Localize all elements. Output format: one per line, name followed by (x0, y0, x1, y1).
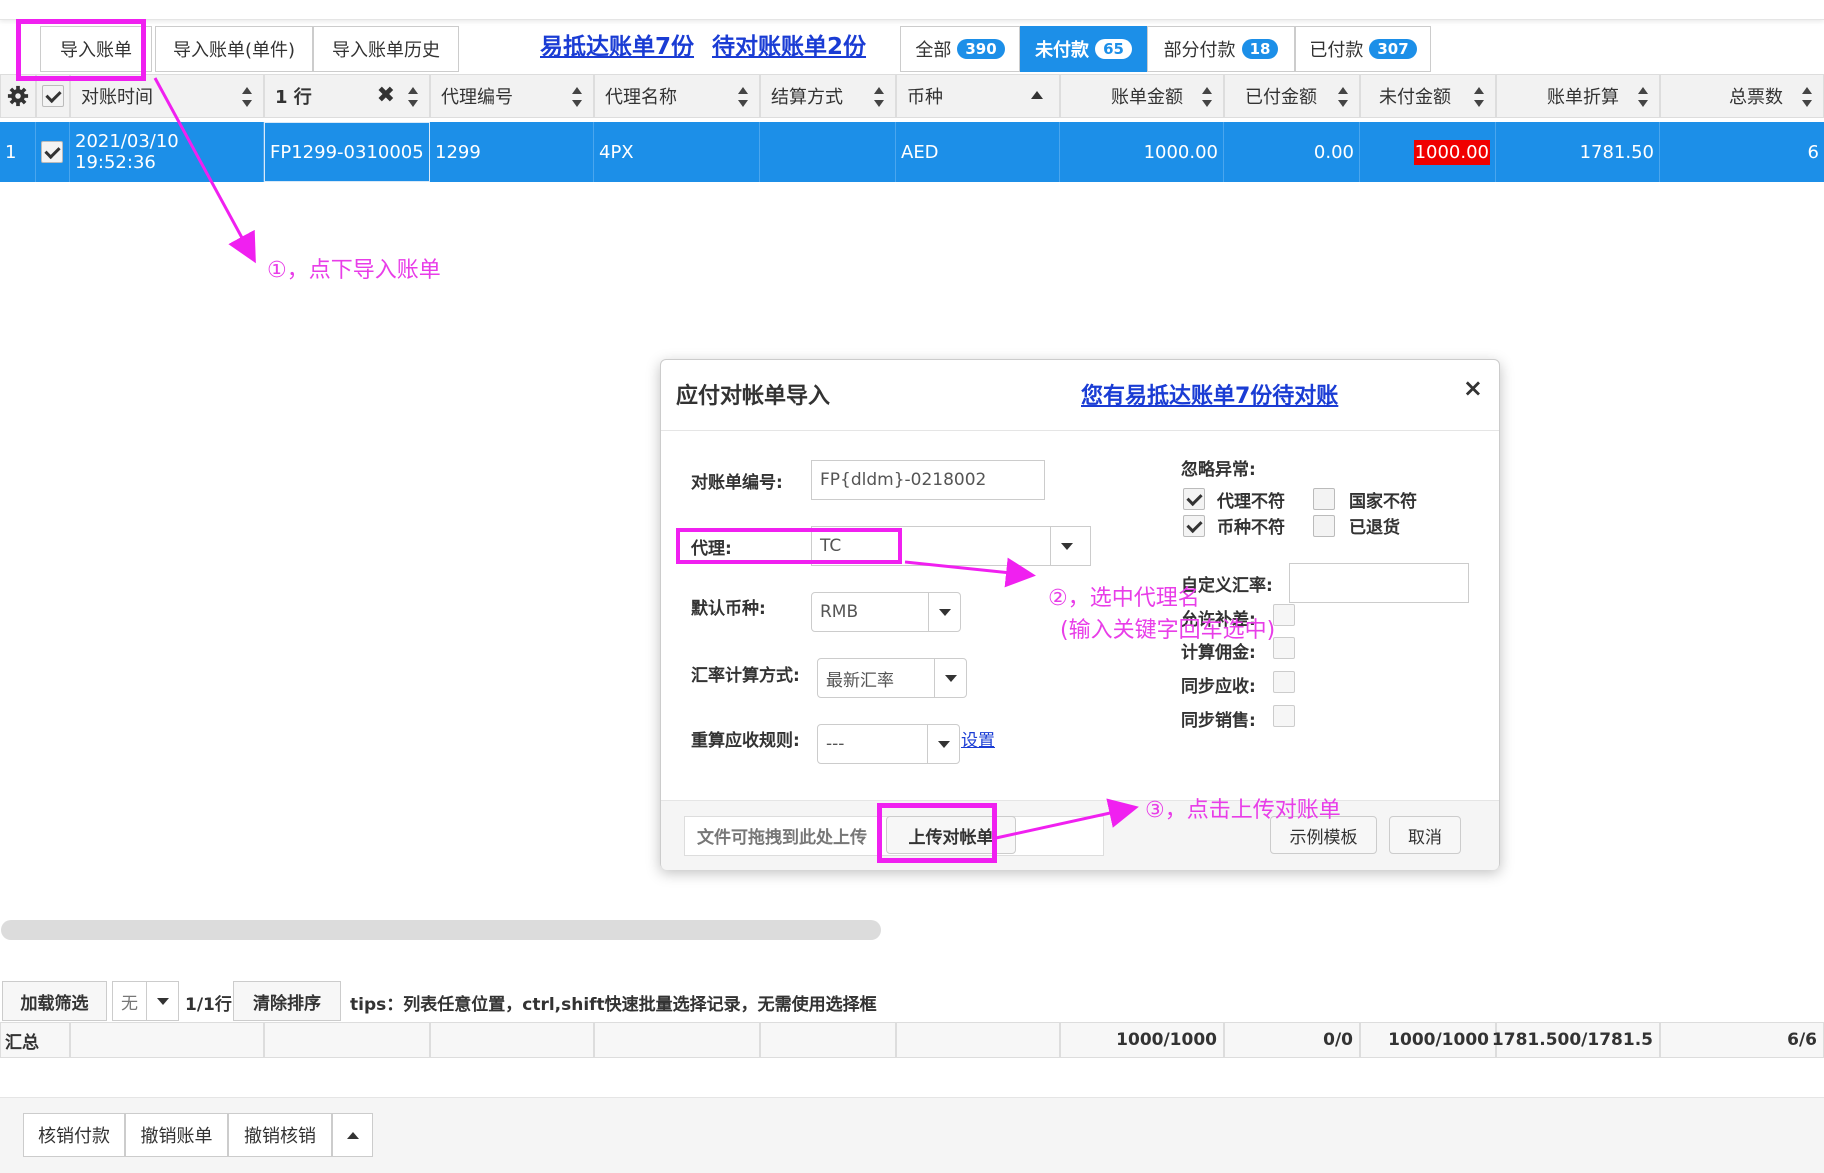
filter-select[interactable]: 无 (112, 981, 179, 1021)
cancel-writeoff-button[interactable]: 撤销核销 (228, 1113, 332, 1157)
tips-text: tips：列表任意位置，ctrl,shift快速批量选择记录，无需使用选择框 (350, 995, 877, 1015)
summary-cell (594, 1022, 760, 1058)
writeoff-pay-button[interactable]: 核销付款 (23, 1113, 125, 1157)
horizontal-scrollbar[interactable] (1, 920, 881, 940)
arrow-step2 (904, 557, 1036, 588)
summary-bill-amount: 1000/1000 (1060, 1022, 1224, 1058)
summary-cell (896, 1022, 1060, 1058)
arrow-step3 (995, 798, 1139, 840)
load-filter-button[interactable]: 加载筛选 (2, 981, 107, 1021)
chevron-down-icon[interactable] (146, 982, 178, 1020)
summary-converted: 1781.500/1781.5 (1492, 1022, 1660, 1058)
summary-cell (264, 1022, 430, 1058)
filter-select-value: 无 (121, 993, 138, 1014)
summary-cell (70, 1022, 264, 1058)
summary-label: 汇总 (0, 1022, 70, 1058)
summary-tickets: 6/6 (1660, 1022, 1824, 1058)
arrow-step1 (153, 77, 256, 264)
row-count: 1/1行 (185, 995, 232, 1015)
more-actions-button[interactable] (332, 1113, 373, 1157)
summary-cell (430, 1022, 594, 1058)
summary-paid: 0/0 (1224, 1022, 1360, 1058)
clear-sort-button[interactable]: 清除排序 (233, 981, 341, 1021)
cancel-bill-button[interactable]: 撤销账单 (125, 1113, 228, 1157)
summary-cell (760, 1022, 896, 1058)
chevron-up-icon (346, 1131, 359, 1139)
summary-unpaid: 1000/1000 (1360, 1022, 1496, 1058)
